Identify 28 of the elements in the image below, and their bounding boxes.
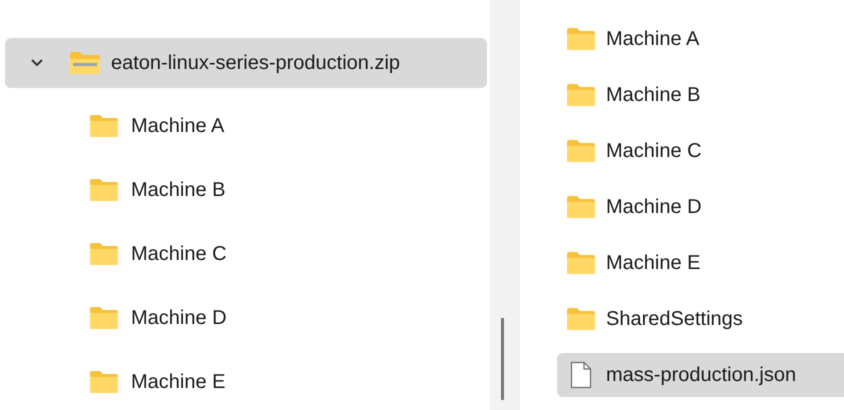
file-item[interactable]: Machine A: [557, 17, 844, 61]
file-item[interactable]: Machine B: [557, 73, 844, 117]
tree-item[interactable]: Machine A: [5, 100, 487, 152]
chevron-icon[interactable]: [30, 58, 44, 68]
zipped-folder-icon: [69, 51, 101, 75]
folder-icon: [566, 251, 596, 275]
folder-icon: [89, 306, 119, 330]
folder-icon: [89, 178, 119, 202]
folder-icon: [566, 27, 596, 51]
tree-item[interactable]: Machine C: [5, 228, 487, 280]
scrollbar-thumb[interactable]: [500, 318, 504, 400]
folder-icon: [566, 83, 596, 107]
tree-item[interactable]: Machine E: [5, 356, 487, 408]
tree-item[interactable]: Machine D: [5, 292, 487, 344]
file-item[interactable]: Machine E: [557, 241, 844, 285]
file-item[interactable]: mass-production.json: [557, 353, 844, 397]
folder-icon: [89, 114, 119, 138]
file-item[interactable]: Machine C: [557, 129, 844, 173]
folder-icon: [89, 242, 119, 266]
folder-icon: [89, 370, 119, 394]
document-icon: [570, 361, 592, 389]
file-item[interactable]: Machine D: [557, 185, 844, 229]
folder-icon: [566, 195, 596, 219]
folder-icon: [566, 139, 596, 163]
tree-item[interactable]: Machine B: [5, 164, 487, 216]
file-item[interactable]: SharedSettings: [557, 297, 844, 341]
folder-icon: [566, 307, 596, 331]
tree-item[interactable]: eaton-linux-series-production.zip: [5, 38, 487, 88]
